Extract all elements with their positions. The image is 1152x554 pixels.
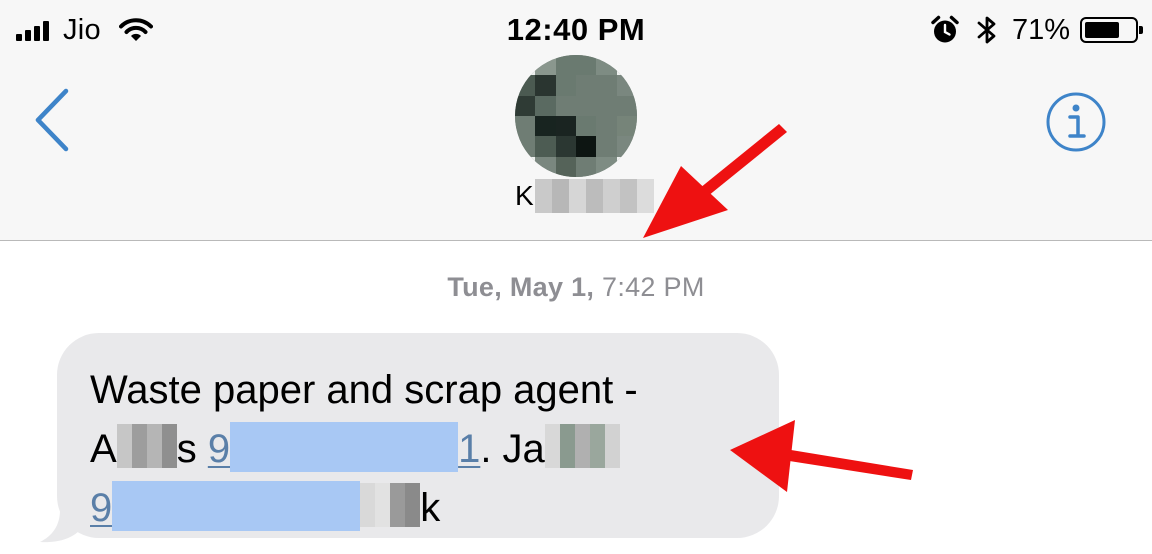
conversation-header: Jio 12:40 PM 71% K bbox=[0, 0, 1152, 241]
message-text: . Ja bbox=[480, 427, 545, 471]
incoming-message-bubble[interactable]: Waste paper and scrap agent - As 9 1. Ja … bbox=[57, 333, 779, 538]
message-line-2: As 9 1. Ja bbox=[90, 420, 751, 479]
message-text: s bbox=[176, 427, 208, 471]
alarm-icon bbox=[931, 15, 959, 43]
info-icon bbox=[1046, 92, 1106, 152]
contact-name[interactable]: K bbox=[515, 176, 654, 216]
back-button[interactable] bbox=[30, 88, 80, 152]
battery-fill bbox=[1085, 22, 1119, 38]
timestamp-date: Tue, May 1, bbox=[447, 272, 595, 302]
redacted-phone-number bbox=[230, 422, 459, 472]
phone-number-link[interactable]: 91 bbox=[207, 422, 481, 472]
phone-number-text: 1 bbox=[458, 427, 481, 471]
messages-screen: Jio 12:40 PM 71% K Tue, May 1, 7:42 PM W… bbox=[0, 0, 1152, 554]
message-text: k bbox=[420, 486, 441, 530]
contact-avatar[interactable] bbox=[515, 55, 637, 177]
message-text: A bbox=[90, 427, 117, 471]
message-line-1: Waste paper and scrap agent - bbox=[90, 368, 638, 412]
redacted-contact-name bbox=[534, 179, 654, 213]
avatar-pixelation bbox=[515, 55, 637, 177]
redacted-phone-number bbox=[112, 481, 361, 531]
bluetooth-icon bbox=[977, 16, 996, 44]
redacted-text bbox=[544, 424, 620, 468]
timestamp-time: 7:42 PM bbox=[602, 272, 705, 302]
status-bar-right: 71% bbox=[930, 12, 1143, 48]
contact-name-initial: K bbox=[515, 180, 534, 211]
message-line-3: 9k bbox=[90, 479, 751, 538]
redacted-text bbox=[360, 483, 421, 527]
phone-number-link[interactable]: 9 bbox=[90, 481, 361, 531]
info-button[interactable] bbox=[1044, 90, 1108, 154]
battery-icon bbox=[1080, 17, 1143, 43]
message-timestamp: Tue, May 1, 7:42 PM bbox=[0, 272, 1152, 303]
redacted-text bbox=[116, 424, 177, 468]
phone-number-text: 9 bbox=[207, 427, 231, 471]
chevron-left-icon bbox=[35, 88, 69, 152]
phone-number-text: 9 bbox=[90, 486, 113, 530]
battery-percentage: 71% bbox=[1011, 13, 1070, 46]
